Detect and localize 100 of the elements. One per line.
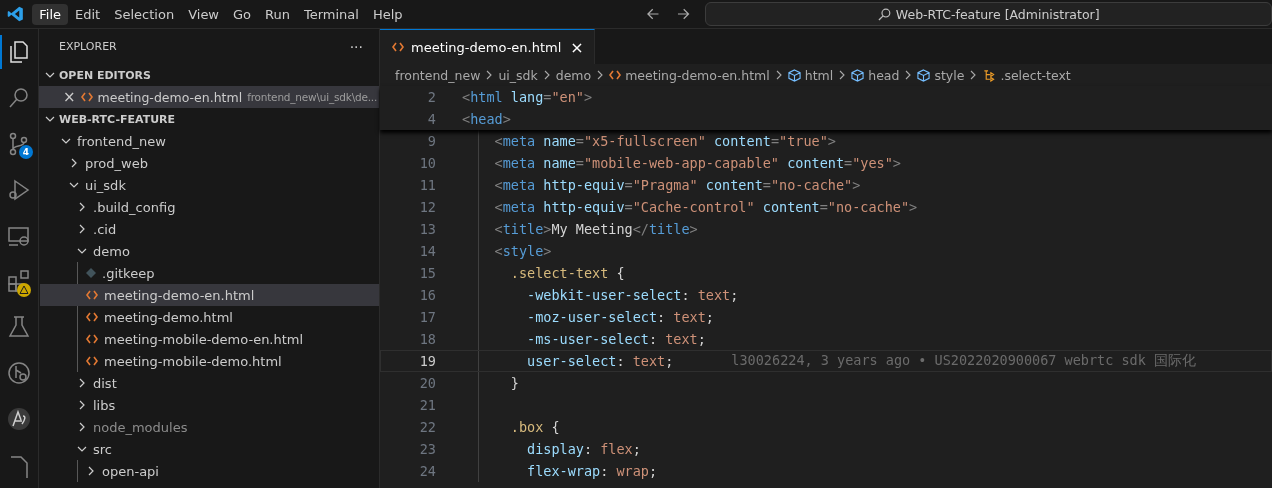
tree-item[interactable]: meeting-demo.html: [40, 306, 379, 328]
tree-item[interactable]: node_modules: [39, 416, 379, 438]
back-arrow-icon[interactable]: [645, 7, 659, 21]
chevron-right-icon: [542, 70, 551, 80]
menu-item[interactable]: Selection: [107, 3, 182, 25]
line-number: 18: [418, 331, 437, 347]
code-line: <title>My Meeting</title>: [493, 221, 698, 237]
line-number: 20: [418, 375, 437, 391]
breadcrumb-item[interactable]: demo: [555, 67, 592, 83]
chevron-right-icon: [77, 201, 87, 212]
code-line: <meta http-equiv="Pragma" content="no-cache">: [493, 177, 861, 193]
line-number: 17: [418, 309, 437, 325]
line-number: 24: [418, 463, 437, 479]
section-header[interactable]: WEB-RTC-FEATURE: [39, 108, 379, 130]
breadcrumb-item[interactable]: frontend_new: [395, 67, 481, 83]
close-button[interactable]: ×: [63, 88, 76, 106]
letter-logo-icon[interactable]: [6, 406, 32, 433]
chevron-right-icon: [596, 70, 605, 80]
chevron-right-icon: [77, 223, 87, 234]
code-line: }: [509, 375, 519, 391]
chevron-right-icon: [485, 70, 494, 80]
tree-item[interactable]: open-api: [40, 460, 379, 482]
line-number: 2: [426, 89, 437, 105]
breadcrumb-item[interactable]: style: [917, 67, 965, 83]
line-number: 10: [418, 155, 437, 171]
breadcrumb-item[interactable]: meeting-demo-en.html: [609, 67, 770, 83]
code-line: .box {: [509, 419, 560, 435]
extensions-icon[interactable]: [6, 268, 32, 295]
code-line: .select-text {: [509, 265, 625, 281]
code-brackets-icon: [86, 334, 98, 344]
tree-item[interactable]: demo: [39, 240, 379, 262]
code-line: <meta http-equiv="Cache-control" content="no-cache">: [493, 199, 918, 215]
code-line: -ms-user-select: text;: [526, 331, 706, 347]
app-logo-icon: [7, 5, 25, 23]
search-icon: [877, 7, 891, 21]
tree-item[interactable]: .gitkeep: [40, 262, 379, 284]
code-line: <html lang="en">: [462, 89, 593, 105]
code-line: -webkit-user-select: text;: [526, 287, 739, 303]
line-number: 9: [426, 133, 437, 149]
breadcrumb-item[interactable]: ui_sdk: [498, 67, 538, 83]
cube-icon: [851, 68, 865, 82]
chevron-right-icon: [69, 157, 79, 168]
line-number: 21: [418, 397, 437, 413]
tree-item[interactable]: .cid: [39, 218, 379, 240]
line-number: 12: [418, 199, 437, 215]
menu-item[interactable]: Help: [365, 3, 410, 25]
tree-item[interactable]: prod_web: [39, 152, 379, 174]
tree-item[interactable]: ui_sdk: [39, 174, 379, 196]
tree-item[interactable]: frontend_new: [39, 130, 379, 152]
line-number: 22: [418, 419, 437, 435]
file-name: meeting-demo-en.html: [97, 89, 243, 105]
code-line: <meta name="mobile-web-app-capable" content="yes">: [493, 155, 901, 171]
chevron-right-icon: [774, 70, 783, 80]
chevron-right-icon: [77, 399, 87, 410]
tree-item[interactable]: src: [39, 438, 379, 460]
code-line: user-select: text;: [526, 353, 674, 369]
section-header[interactable]: OPEN EDITORS: [39, 64, 379, 86]
editor-tab[interactable]: meeting-demo-en.html ×: [380, 29, 595, 64]
line-number: 23: [418, 441, 437, 457]
tree-item[interactable]: .build_config: [39, 196, 379, 218]
diamond-icon: [86, 268, 96, 278]
line-number: 11: [418, 177, 437, 193]
menu-item[interactable]: Run: [258, 3, 297, 25]
menu-item[interactable]: Edit: [68, 3, 108, 25]
code-line: display: flex;: [526, 441, 641, 457]
code-brackets-icon: [86, 290, 98, 300]
menu-item[interactable]: Terminal: [297, 3, 366, 25]
line-number: 14: [418, 243, 437, 259]
chevron-right-icon: [77, 377, 87, 388]
breadcrumb-item[interactable]: .select-text: [982, 67, 1071, 83]
chevron-right-icon: [904, 70, 913, 80]
tree-item[interactable]: meeting-mobile-demo.html: [40, 350, 379, 372]
tree-item[interactable]: dist: [39, 372, 379, 394]
breadcrumb-item[interactable]: head: [851, 67, 900, 83]
open-editor-item[interactable]: × meeting-demo-en.html frontend_new\ui_sdk\de...: [39, 86, 379, 108]
active-indicator: [0, 35, 2, 69]
menu-item[interactable]: View: [181, 3, 226, 25]
code-brackets-icon: [86, 312, 98, 322]
line-number: 15: [418, 265, 437, 281]
explorer-title: EXPLORER: [59, 40, 117, 53]
symbol-tree-icon: [982, 68, 997, 82]
command-center[interactable]: Web-RTC-feature [Administrator]: [705, 2, 1272, 26]
breadcrumb-item[interactable]: html: [787, 67, 834, 83]
count-badge: 4: [19, 144, 33, 159]
tree-item[interactable]: meeting-mobile-demo-en.html: [40, 328, 379, 350]
chevron-right-icon: [77, 421, 87, 432]
tree-item[interactable]: meeting-demo-en.html: [40, 284, 379, 306]
forward-arrow-icon[interactable]: [677, 7, 691, 21]
tree-item[interactable]: libs: [39, 394, 379, 416]
menu-item[interactable]: File: [32, 3, 69, 25]
file-path: frontend_new\ui_sdk\de...: [247, 91, 378, 103]
code-brackets-icon: [392, 42, 404, 52]
menu-item[interactable]: Go: [226, 3, 259, 25]
more-actions-button[interactable]: ···: [349, 38, 363, 55]
code-line: <meta name="x5-fullscreen" content="true">: [493, 133, 836, 149]
code-line: <style>: [493, 243, 552, 259]
line-number: 13: [418, 221, 437, 237]
cube-icon: [787, 68, 801, 82]
code-brackets-icon: [609, 70, 622, 80]
git-blame-annotation: l30026224, 3 years ago • US2022020900067 webrtc sdk 国际化: [731, 352, 1196, 370]
